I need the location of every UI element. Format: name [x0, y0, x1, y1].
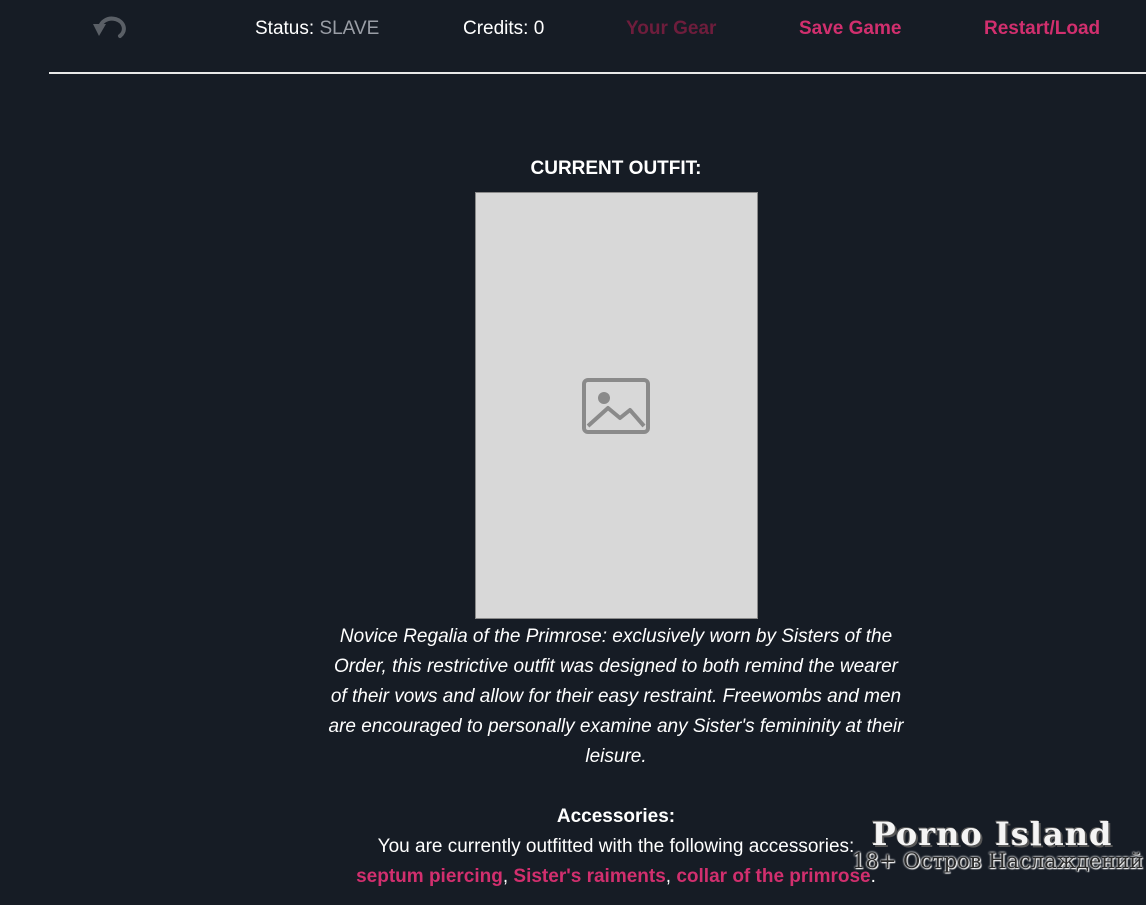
top-nav-bar: Status: SLAVE Credits: 0 Your Gear Save …	[49, 0, 1146, 74]
undo-arrow-icon[interactable]	[90, 14, 130, 44]
credits-display: Credits: 0	[463, 18, 544, 40]
status-label: Status:	[255, 18, 315, 39]
accessory-separator: ,	[665, 866, 677, 887]
restart-load-link[interactable]: Restart/Load	[984, 18, 1100, 40]
credits-label: Credits:	[463, 18, 529, 39]
save-game-link[interactable]: Save Game	[799, 18, 901, 40]
accessory-separator: .	[870, 866, 876, 887]
accessories-heading: Accessories:	[556, 806, 676, 827]
status-value: SLAVE	[319, 18, 380, 39]
accessories-intro: You are currently outfitted with the fol…	[377, 836, 855, 857]
your-gear-link[interactable]: Your Gear	[626, 18, 716, 40]
accessory-link[interactable]: collar of the primrose	[676, 866, 870, 887]
accessory-link[interactable]: Sister's raiments	[513, 866, 665, 887]
credits-value: 0	[533, 18, 545, 39]
image-placeholder-icon	[582, 377, 650, 434]
accessory-link[interactable]: septum piercing	[356, 866, 503, 887]
outfit-panel: CURRENT OUTFIT: Novice Regalia of the Pr…	[300, 150, 932, 892]
current-outfit-heading: CURRENT OUTFIT:	[530, 158, 702, 179]
accessory-separator: ,	[502, 866, 514, 887]
outfit-image	[474, 192, 758, 619]
status-display: Status: SLAVE	[255, 18, 379, 40]
outfit-description: Novice Regalia of the Primrose: exclusiv…	[328, 626, 904, 767]
accessories-list: septum piercing, Sister's raiments, coll…	[300, 862, 932, 892]
